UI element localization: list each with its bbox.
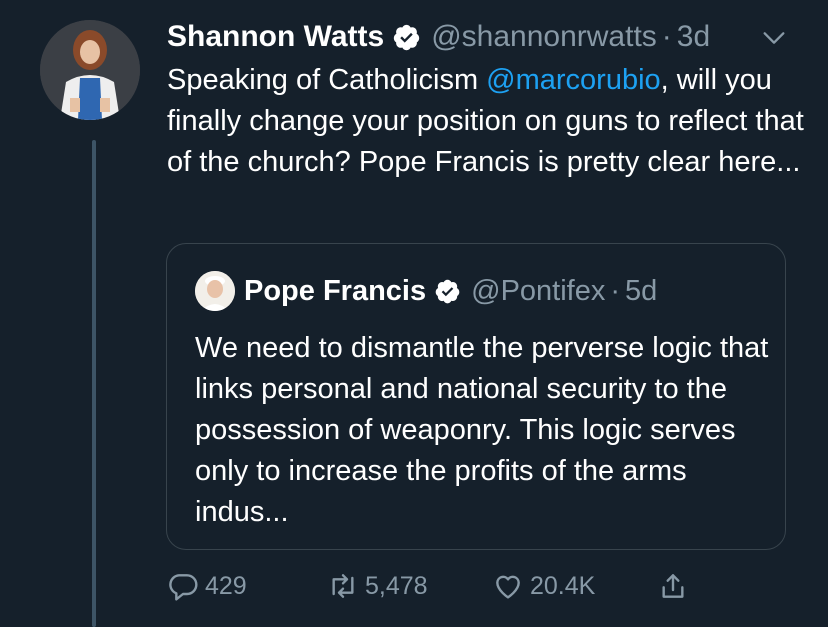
- retweet-count: 5,478: [365, 571, 428, 600]
- tweet-text: Speaking of Catholicism @marcorubio, wil…: [167, 60, 807, 183]
- reply-button[interactable]: 429: [167, 566, 247, 606]
- retweet-button[interactable]: 5,478: [327, 566, 428, 606]
- like-icon: [496, 575, 520, 599]
- author-handle[interactable]: @shannonrwatts: [431, 20, 657, 54]
- mention-link[interactable]: @marcorubio: [486, 64, 661, 96]
- tweet-timestamp[interactable]: 3d: [677, 20, 710, 54]
- quoted-author-name[interactable]: Pope Francis: [244, 275, 426, 308]
- thread-line: [92, 140, 96, 627]
- quoted-tweet-text: We need to dismantle the perverse logic …: [195, 332, 769, 528]
- reply-icon: [169, 574, 198, 601]
- retweet-icon: [332, 574, 354, 598]
- separator-dot: ·: [610, 274, 621, 307]
- quoted-author-avatar[interactable]: [195, 271, 235, 311]
- author-name[interactable]: Shannon Watts: [167, 20, 384, 54]
- tweet-actions: 429 5,478 20.4K: [167, 566, 727, 606]
- quoted-tweet-timestamp[interactable]: 5d: [625, 275, 657, 308]
- like-button[interactable]: 20.4K: [492, 566, 595, 606]
- author-avatar[interactable]: [40, 20, 140, 120]
- verified-badge-icon: [394, 24, 420, 50]
- tweet-text-part: Speaking of Catholicism: [167, 64, 487, 96]
- tweet-header: Shannon Watts @shannonrwatts · 3d: [167, 17, 710, 57]
- verified-badge-icon: [435, 279, 460, 303]
- quoted-tweet[interactable]: Pope Francis @Pontifex · 5d We need to d…: [166, 243, 786, 550]
- reply-count: 429: [205, 571, 247, 600]
- like-count: 20.4K: [530, 571, 596, 600]
- share-icon: [662, 574, 684, 598]
- quoted-tweet-header: Pope Francis @Pontifex · 5d: [244, 271, 657, 311]
- quoted-author-handle[interactable]: @Pontifex: [471, 275, 605, 308]
- separator-dot: ·: [661, 20, 672, 53]
- share-button[interactable]: [657, 566, 695, 606]
- chevron-down-icon[interactable]: [760, 24, 788, 52]
